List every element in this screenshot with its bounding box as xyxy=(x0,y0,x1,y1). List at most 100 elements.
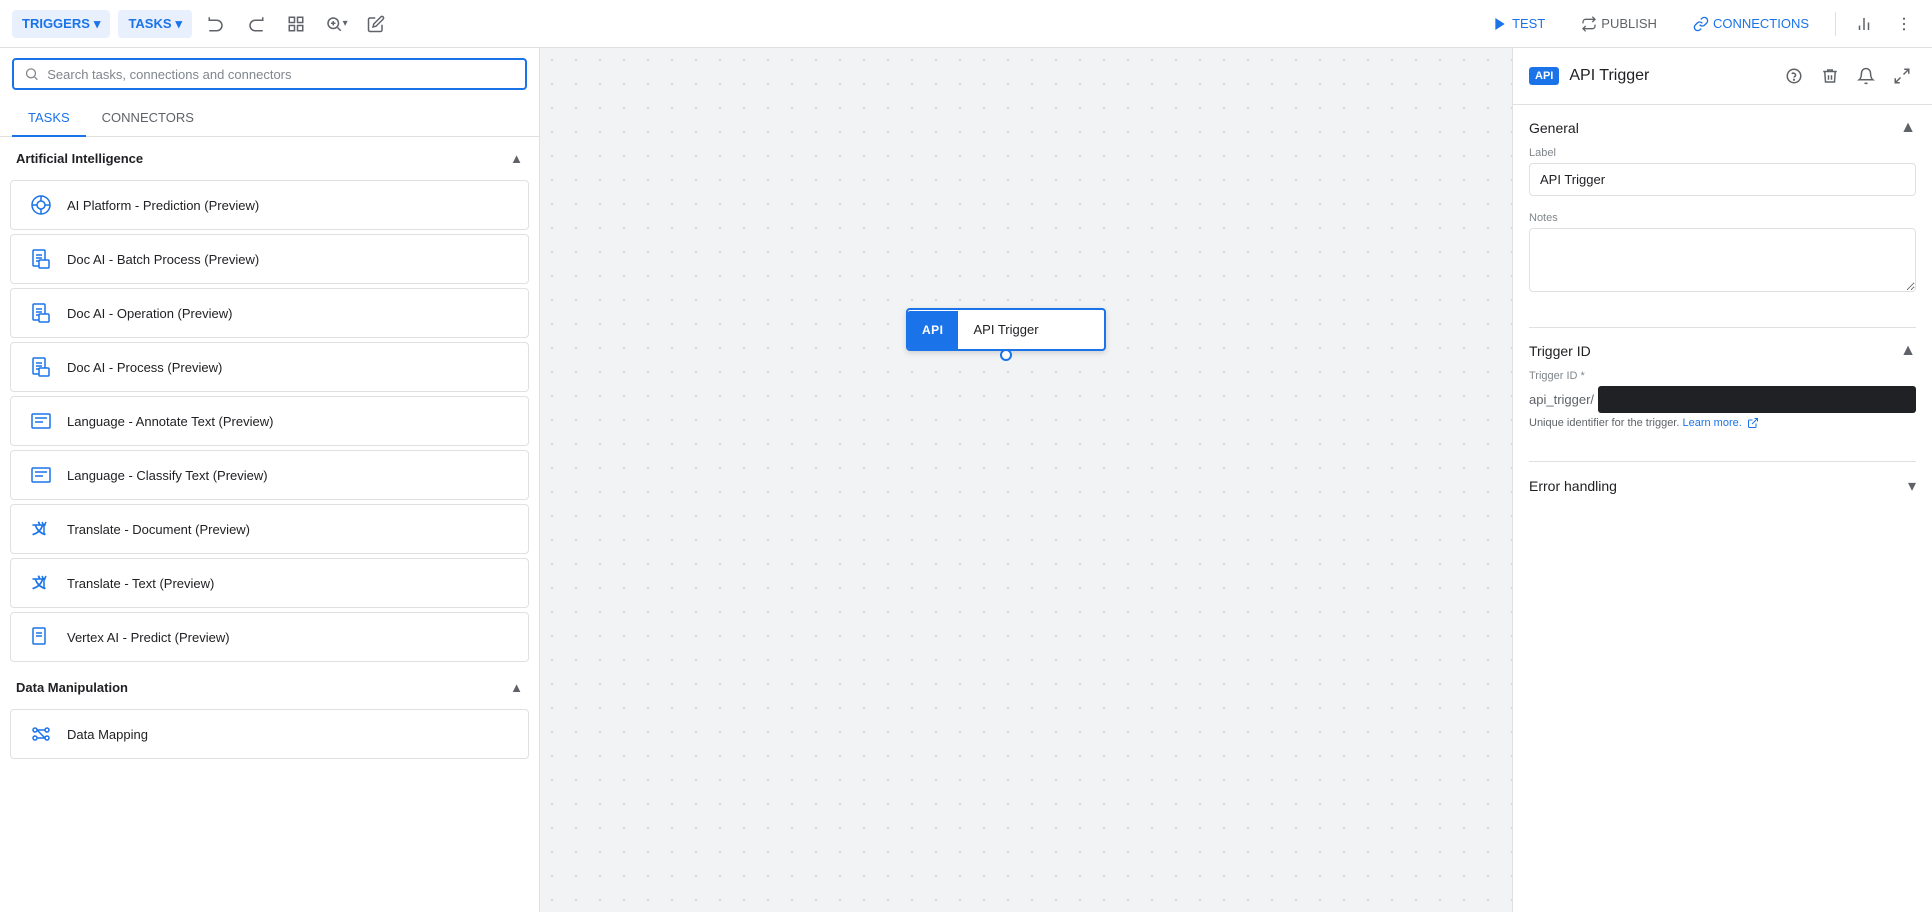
help-button[interactable] xyxy=(1780,62,1808,90)
list-item[interactable]: 文 Translate - Document (Preview) xyxy=(10,504,529,554)
doc-ai-proc-label: Doc AI - Process (Preview) xyxy=(67,360,222,375)
zoom-chevron-icon: ▾ xyxy=(343,18,348,29)
trigger-id-chevron-icon: ▲ xyxy=(1900,342,1916,360)
tab-tasks[interactable]: TASKS xyxy=(12,100,86,137)
left-panel: TASKS CONNECTORS Artificial Intelligence… xyxy=(0,48,540,912)
test-button[interactable]: TEST xyxy=(1478,10,1559,38)
category-data[interactable]: Data Manipulation ▲ xyxy=(0,666,539,705)
list-item[interactable]: Vertex AI - Predict (Preview) xyxy=(10,612,529,662)
list-item[interactable]: Doc AI - Operation (Preview) xyxy=(10,288,529,338)
translate-doc-label: Translate - Document (Preview) xyxy=(67,522,250,537)
right-panel-header: API API Trigger xyxy=(1513,48,1932,105)
tasks-label: TASKS xyxy=(128,16,171,31)
list-item[interactable]: Doc AI - Batch Process (Preview) xyxy=(10,234,529,284)
list-item[interactable]: Language - Annotate Text (Preview) xyxy=(10,396,529,446)
trigger-id-field-group: Trigger ID * api_trigger/ Unique identif… xyxy=(1529,370,1916,429)
main-layout: TASKS CONNECTORS Artificial Intelligence… xyxy=(0,48,1932,912)
node-output-connector[interactable] xyxy=(1000,349,1012,361)
label-field-label: Label xyxy=(1529,147,1916,159)
tab-connectors[interactable]: CONNECTORS xyxy=(86,100,210,137)
external-link-icon xyxy=(1747,417,1759,429)
notes-field-group: Notes xyxy=(1529,212,1916,295)
publish-button[interactable]: PUBLISH xyxy=(1567,10,1671,38)
trigger-prefix: api_trigger/ xyxy=(1529,392,1594,407)
analytics-icon xyxy=(1855,15,1873,33)
trigger-id-section-title: Trigger ID xyxy=(1529,343,1591,359)
list-item[interactable]: Doc AI - Process (Preview) xyxy=(10,342,529,392)
connections-label: CONNECTIONS xyxy=(1713,16,1809,31)
zoom-icon xyxy=(325,15,343,33)
redo-button[interactable] xyxy=(240,8,272,40)
layout-icon xyxy=(287,15,305,33)
category-ai-label: Artificial Intelligence xyxy=(16,151,143,166)
workflow-node[interactable]: API API Trigger xyxy=(906,308,1106,351)
general-section-content: Label Notes xyxy=(1513,147,1932,327)
list-item[interactable]: AI Platform - Prediction (Preview) xyxy=(10,180,529,230)
translate-text-icon: 文 xyxy=(27,569,55,597)
right-panel-scroll: General ▲ Label Notes Trigger ID ▲ xyxy=(1513,105,1932,912)
tasks-chevron-icon: ▾ xyxy=(176,16,183,32)
undo-icon xyxy=(207,15,225,33)
expand-button[interactable] xyxy=(1888,62,1916,90)
ai-platform-label: AI Platform - Prediction (Preview) xyxy=(67,198,259,213)
doc-ai-batch-label: Doc AI - Batch Process (Preview) xyxy=(67,252,259,267)
toolbar-divider xyxy=(1835,12,1836,36)
toolbar-right: TEST PUBLISH CONNECTIONS xyxy=(1478,8,1920,40)
ai-platform-icon xyxy=(27,191,55,219)
vertex-predict-icon xyxy=(27,623,55,651)
list-item[interactable]: 文 Translate - Text (Preview) xyxy=(10,558,529,608)
layout-button[interactable] xyxy=(280,8,312,40)
right-panel-title: API Trigger xyxy=(1569,67,1770,85)
trigger-id-section-content: Trigger ID * api_trigger/ Unique identif… xyxy=(1513,370,1932,461)
trigger-id-row: api_trigger/ xyxy=(1529,386,1916,413)
error-handling-section-header[interactable]: Error handling ▾ xyxy=(1513,462,1932,510)
help-icon xyxy=(1785,67,1803,85)
trigger-id-section-header[interactable]: Trigger ID ▲ xyxy=(1513,328,1932,370)
notify-button[interactable] xyxy=(1852,62,1880,90)
category-ai-chevron-icon: ▲ xyxy=(510,151,523,166)
doc-ai-op-label: Doc AI - Operation (Preview) xyxy=(67,306,232,321)
doc-ai-batch-icon xyxy=(27,245,55,273)
edit-button[interactable] xyxy=(360,8,392,40)
more-menu-icon xyxy=(1895,15,1913,33)
bell-icon xyxy=(1857,67,1875,85)
connections-icon xyxy=(1693,16,1709,32)
test-label: TEST xyxy=(1512,16,1545,31)
canvas-area[interactable]: API API Trigger xyxy=(540,48,1512,912)
label-input[interactable] xyxy=(1529,163,1916,196)
trigger-id-input[interactable] xyxy=(1598,386,1916,413)
triggers-chevron-icon: ▾ xyxy=(94,16,101,32)
notes-field-label: Notes xyxy=(1529,212,1916,224)
translate-text-label: Translate - Text (Preview) xyxy=(67,576,214,591)
lang-classify-icon xyxy=(27,461,55,489)
undo-button[interactable] xyxy=(200,8,232,40)
test-play-icon xyxy=(1492,16,1508,32)
lang-annotate-icon xyxy=(27,407,55,435)
triggers-button[interactable]: TRIGGERS ▾ xyxy=(12,10,110,38)
general-section-header[interactable]: General ▲ xyxy=(1513,105,1932,147)
search-input[interactable] xyxy=(47,67,515,82)
list-item[interactable]: Data Mapping xyxy=(10,709,529,759)
error-handling-chevron-icon: ▾ xyxy=(1908,476,1916,496)
expand-icon xyxy=(1893,67,1911,85)
connections-button[interactable]: CONNECTIONS xyxy=(1679,10,1823,38)
tasks-button[interactable]: TASKS ▾ xyxy=(118,10,192,38)
list-item[interactable]: Language - Classify Text (Preview) xyxy=(10,450,529,500)
general-chevron-icon: ▲ xyxy=(1900,119,1916,137)
api-badge: API xyxy=(1529,67,1559,85)
node-label: API Trigger xyxy=(958,310,1055,349)
more-menu-button[interactable] xyxy=(1888,8,1920,40)
delete-button[interactable] xyxy=(1816,62,1844,90)
category-ai[interactable]: Artificial Intelligence ▲ xyxy=(0,137,539,176)
category-data-label: Data Manipulation xyxy=(16,680,128,695)
notes-textarea[interactable] xyxy=(1529,228,1916,292)
learn-more-link[interactable]: Learn more. xyxy=(1682,417,1758,429)
right-panel: API API Trigger General xyxy=(1512,48,1932,912)
data-mapping-icon xyxy=(27,720,55,748)
doc-ai-proc-icon xyxy=(27,353,55,381)
publish-label: PUBLISH xyxy=(1601,16,1657,31)
zoom-button[interactable]: ▾ xyxy=(320,8,352,40)
delete-icon xyxy=(1821,67,1839,85)
publish-icon xyxy=(1581,16,1597,32)
analytics-button[interactable] xyxy=(1848,8,1880,40)
